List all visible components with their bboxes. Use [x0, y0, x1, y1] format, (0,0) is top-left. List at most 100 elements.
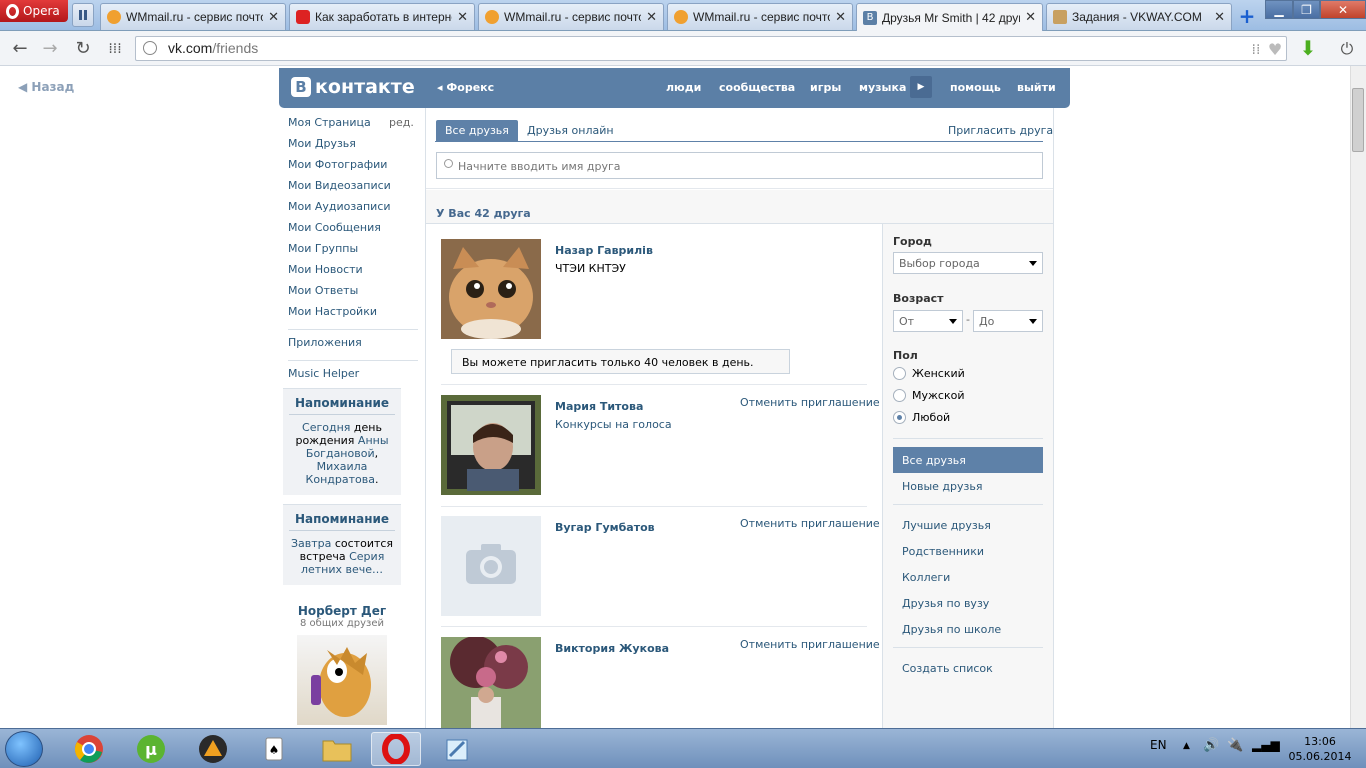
suggested-friend-avatar[interactable] [297, 635, 387, 725]
cancel-invitation-link[interactable]: Отменить приглашение [740, 638, 880, 651]
menu-my-page[interactable]: Моя Страница ред. [288, 116, 418, 137]
tab-all-friends[interactable]: Все друзья [436, 120, 518, 142]
rmenu-university-friends[interactable]: Друзья по вузу [893, 590, 1043, 616]
nav-music[interactable]: музыка [859, 81, 906, 94]
age-to-select[interactable]: До [973, 310, 1043, 332]
new-tab-button[interactable]: + [1237, 6, 1257, 26]
power-icon[interactable]: ⏻ [1336, 38, 1358, 60]
menu-my-answers[interactable]: Мои Ответы [288, 284, 418, 305]
aimp-icon[interactable] [188, 732, 238, 766]
system-clock[interactable]: 13:06 05.06.2014 [1280, 734, 1360, 764]
friend-avatar[interactable] [441, 239, 541, 339]
close-icon[interactable]: ✕ [1214, 10, 1225, 25]
heart-icon[interactable]: ♥ [1264, 39, 1286, 61]
friend-group-link[interactable]: Конкурсы на голоса [555, 418, 672, 431]
friend-name[interactable]: Виктория Жукова [555, 642, 669, 655]
back-link[interactable]: ◀ Назад [18, 80, 74, 94]
rmenu-all-friends[interactable]: Все друзья [893, 447, 1043, 473]
vk-logo[interactable]: Вконтакте [291, 76, 415, 98]
close-icon[interactable]: ✕ [1025, 10, 1036, 25]
close-icon[interactable]: ✕ [646, 10, 657, 25]
nav-people[interactable]: люди [666, 81, 701, 94]
menu-apps[interactable]: Приложения [288, 336, 418, 357]
friend-name[interactable]: Вугар Гумбатов [555, 521, 655, 534]
language-indicator[interactable]: EN [1150, 738, 1167, 752]
menu-my-messages[interactable]: Мои Сообщения [288, 221, 418, 242]
rmenu-create-list[interactable]: Создать список [893, 655, 1043, 681]
friend-avatar[interactable] [441, 637, 541, 728]
site-info-icon[interactable] [143, 41, 157, 55]
rmenu-school-friends[interactable]: Друзья по школе [893, 616, 1043, 642]
menu-my-friends[interactable]: Мои Друзья [288, 137, 418, 158]
tray-expand-icon[interactable]: ▲ [1183, 741, 1190, 751]
city-select[interactable]: Выбор города [893, 252, 1043, 274]
minimize-button[interactable]: ▁ [1265, 0, 1293, 19]
forward-arrow-icon[interactable]: → [39, 38, 61, 60]
menu-my-videos[interactable]: Мои Видеозаписи [288, 179, 418, 200]
close-icon[interactable]: ✕ [268, 10, 279, 25]
rmenu-new-friends[interactable]: Новые друзья [893, 473, 1043, 499]
reload-icon[interactable]: ↻ [72, 38, 94, 60]
cancel-invitation-link[interactable]: Отменить приглашение [740, 396, 880, 409]
menu-my-audio[interactable]: Мои Аудиозаписи [288, 200, 418, 221]
close-icon[interactable]: ✕ [835, 10, 846, 25]
page-scrollbar[interactable] [1350, 66, 1366, 728]
menu-music-helper[interactable]: Music Helper [288, 367, 418, 388]
suggested-friend-name[interactable]: Норберт Дег [283, 604, 401, 618]
menu-my-news[interactable]: Мои Новости [288, 263, 418, 284]
notepad-icon[interactable] [432, 732, 482, 766]
tab-vkway[interactable]: Задания - VKWAY.COM ✕ [1046, 3, 1232, 30]
friend-avatar[interactable] [441, 395, 541, 495]
menu-my-settings[interactable]: Мои Настройки [288, 305, 418, 326]
tab-wmmail-1[interactable]: WMmail.ru - сервис почто ✕ [100, 3, 286, 30]
back-arrow-icon[interactable]: ← [9, 38, 31, 60]
tab-stack-toggle-button[interactable] [72, 3, 94, 27]
network-signal-icon[interactable]: ▂▄▆ [1252, 738, 1280, 752]
download-icon[interactable]: ⬇ [1297, 37, 1319, 59]
rmenu-best-friends[interactable]: Лучшие друзья [893, 512, 1043, 538]
address-field[interactable]: vk.com/friends [135, 36, 1287, 61]
nav-communities[interactable]: сообщества [719, 81, 795, 94]
tab-wmmail-2[interactable]: WMmail.ru - сервис почто ✕ [478, 3, 664, 30]
rmenu-colleagues[interactable]: Коллеги [893, 564, 1043, 590]
today-link[interactable]: Сегодня [302, 421, 350, 434]
cancel-invitation-link[interactable]: Отменить приглашение [740, 517, 880, 530]
invite-friend-link[interactable]: Пригласить друга [948, 124, 1053, 137]
utorrent-icon[interactable]: µ [126, 732, 176, 766]
close-icon[interactable]: ✕ [457, 10, 468, 25]
nav-games[interactable]: игры [810, 81, 841, 94]
menu-my-groups[interactable]: Мои Группы [288, 242, 418, 263]
age-from-select[interactable]: От [893, 310, 963, 332]
friend-avatar-placeholder[interactable] [441, 516, 541, 616]
maximize-button[interactable]: ❐ [1293, 0, 1320, 19]
friend-link[interactable]: Михаила Кондратова [306, 460, 375, 486]
nav-help[interactable]: помощь [950, 81, 1001, 94]
radio-male[interactable]: Мужской [893, 389, 964, 402]
tab-wmmail-3[interactable]: WMmail.ru - сервис почто ✕ [667, 3, 853, 30]
windows-start-button[interactable] [5, 731, 43, 767]
explorer-folder-icon[interactable] [312, 732, 362, 766]
friend-name[interactable]: Мария Титова [555, 400, 643, 413]
tab-friends-online[interactable]: Друзья онлайн [518, 120, 623, 142]
radio-any[interactable]: Любой [893, 411, 950, 424]
opera-taskbar-icon[interactable] [371, 732, 421, 766]
nav-logout[interactable]: выйти [1017, 81, 1056, 94]
close-window-button[interactable]: ✕ [1320, 0, 1366, 19]
speed-dial-grid-icon[interactable]: ⁞⁞⁞ [104, 38, 126, 60]
solitaire-icon[interactable]: ♠ [250, 732, 300, 766]
power-plug-icon[interactable]: 🔌 [1227, 738, 1243, 753]
friend-search-input[interactable]: Начните вводить имя друга [436, 152, 1043, 179]
rmenu-relatives[interactable]: Родственники [893, 538, 1043, 564]
menu-my-photos[interactable]: Мои Фотографии [288, 158, 418, 179]
scrollbar-thumb[interactable] [1352, 88, 1364, 152]
chrome-icon[interactable] [64, 732, 114, 766]
tab-youtube[interactable]: Как заработать в интерне ✕ [289, 3, 475, 30]
opera-menu-button[interactable]: Opera [0, 0, 68, 22]
radio-female[interactable]: Женский [893, 367, 965, 380]
friend-name[interactable]: Назар Гаврилів [555, 244, 653, 257]
tomorrow-link[interactable]: Завтра [291, 537, 331, 550]
volume-icon[interactable]: 🔊 [1203, 738, 1219, 753]
play-icon[interactable]: ▶ [910, 76, 932, 98]
edit-link[interactable]: ред. [389, 116, 414, 130]
tab-vk-friends[interactable]: В Друзья Mr Smith | 42 друга ✕ [856, 3, 1043, 31]
